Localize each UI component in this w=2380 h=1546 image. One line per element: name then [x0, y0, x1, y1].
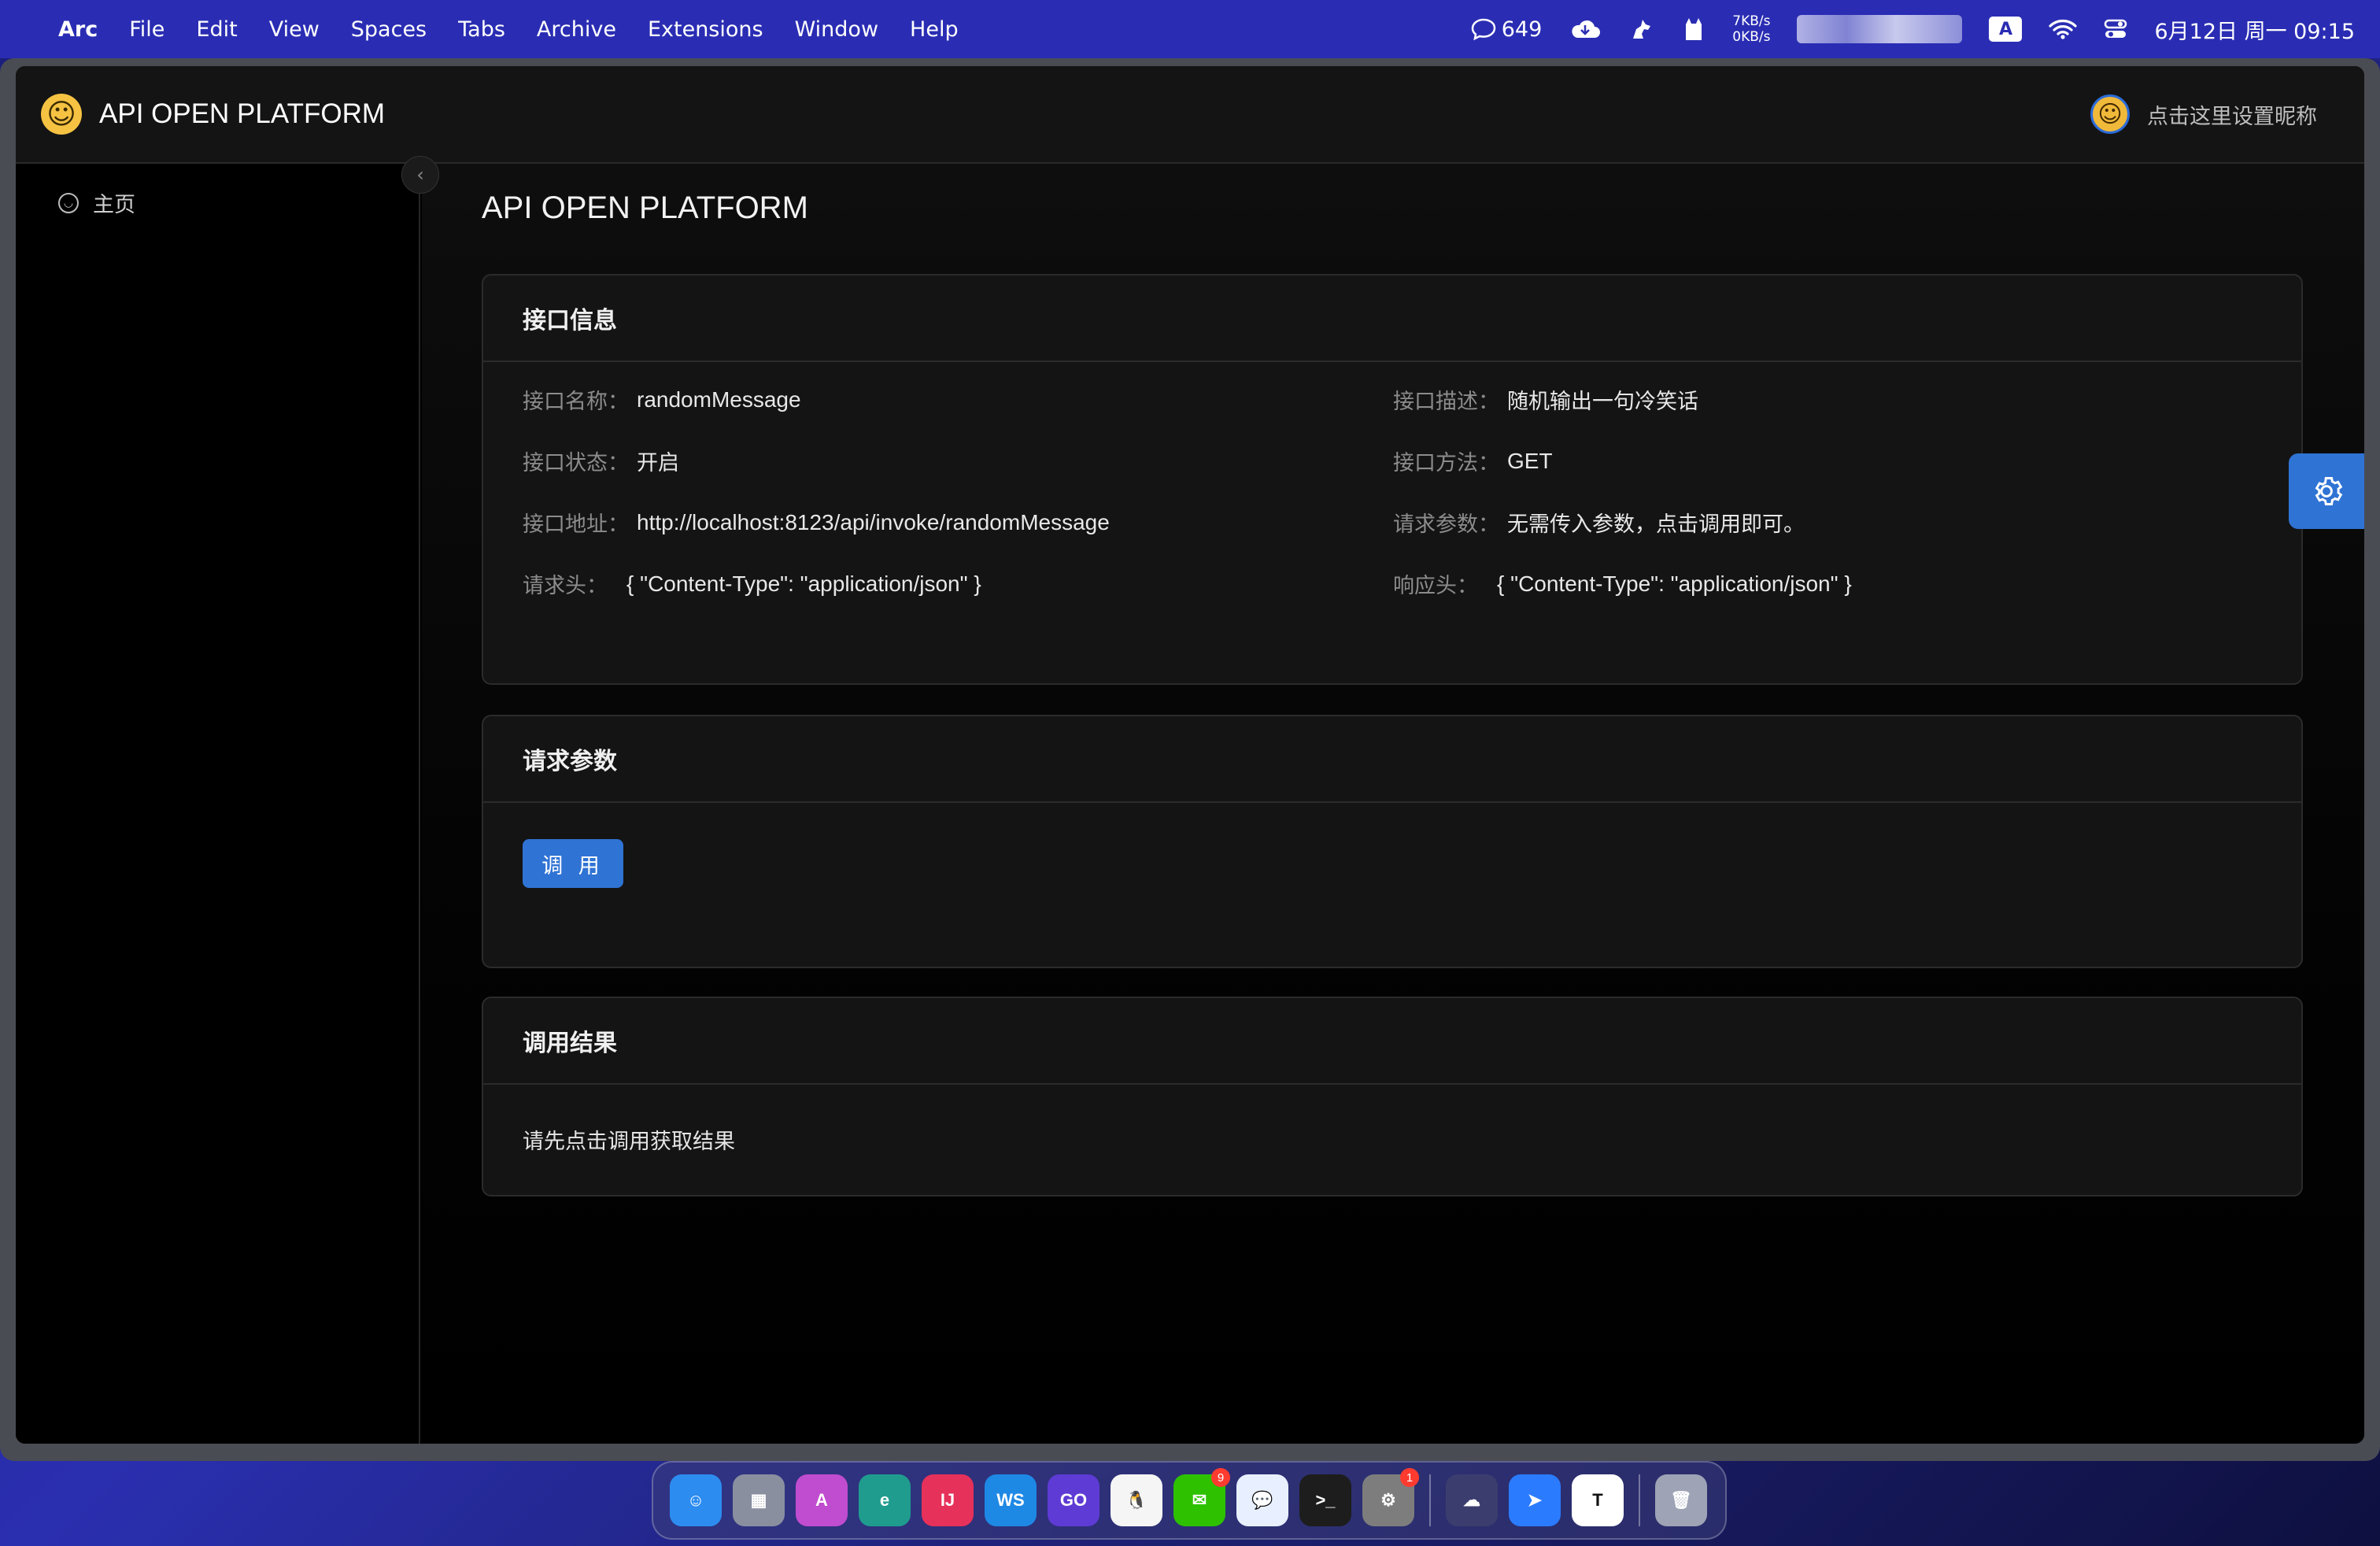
edge-dev-icon[interactable]: e — [859, 1474, 911, 1526]
net-down-text: 0KB/s — [1732, 29, 1771, 45]
invoke-button[interactable]: 调 用 — [523, 839, 623, 888]
card-title: 请求参数 — [483, 716, 2301, 803]
field-label: 请求头： — [523, 574, 608, 598]
brand-title: API OPEN PLATFORM — [99, 98, 386, 129]
intellij-icon[interactable]: IJ — [922, 1474, 974, 1526]
page-title: API OPEN PLATFORM — [482, 190, 808, 225]
field-description: 接口描述： 随机输出一句冷笑话 — [1393, 384, 1698, 415]
web-page: ☺ API OPEN PLATFORM ☺ 点击这里设置昵称 ◡ 主页 ‹ AP… — [16, 66, 2364, 1444]
field-method: 接口方法： GET — [1393, 446, 1553, 476]
chat-bubble-icon — [1471, 18, 1495, 41]
trash-icon[interactable]: 🗑 — [1655, 1474, 1707, 1526]
cloud-icon[interactable]: ☁ — [1446, 1474, 1498, 1526]
dock-separator — [1639, 1474, 1640, 1526]
sidebar-item-label: 主页 — [93, 193, 135, 217]
main-content: API OPEN PLATFORM 接口信息 接口名称： randomMessa… — [422, 164, 2364, 1444]
input-method-badge[interactable]: A — [1989, 17, 2023, 42]
sidebar-collapse-button[interactable]: ‹ — [401, 156, 439, 194]
card-title: 调用结果 — [483, 998, 2301, 1085]
sidebar: ◡ 主页 — [16, 164, 420, 1444]
menu-spaces[interactable]: Spaces — [351, 17, 427, 42]
field-value: GET — [1507, 448, 1553, 473]
avatar[interactable]: ☺ — [2090, 94, 2130, 134]
field-label: 接口方法： — [1393, 451, 1499, 475]
field-label: 接口地址： — [523, 512, 629, 537]
wifi-icon[interactable] — [2049, 18, 2078, 40]
terminal-icon[interactable]: >_ — [1299, 1474, 1351, 1526]
app-header: ☺ API OPEN PLATFORM ☺ 点击这里设置昵称 — [16, 66, 2364, 164]
chat-status-item[interactable]: 649 — [1470, 17, 1543, 42]
field-label: 请求参数： — [1393, 512, 1499, 537]
smile-icon: ◡ — [58, 192, 79, 213]
wechat-icon[interactable]: ✉ 9 — [1173, 1468, 1230, 1526]
sidebar-item-home[interactable]: ◡ 主页 — [58, 187, 135, 218]
menubar-clock[interactable]: 6月12日 周一 09:15 — [2154, 14, 2355, 45]
field-response-header: 响应头： { "Content-Type": "application/json… — [1393, 568, 1852, 599]
brand[interactable]: ☺ API OPEN PLATFORM — [41, 94, 385, 135]
set-nickname-link[interactable]: 点击这里设置昵称 — [2147, 99, 2317, 130]
field-request-header: 请求头： { "Content-Type": "application/json… — [523, 568, 981, 599]
field-value: 无需传入参数，点击调用即可。 — [1507, 512, 1805, 537]
browser-window: ☺ API OPEN PLATFORM ☺ 点击这里设置昵称 ◡ 主页 ‹ AP… — [0, 58, 2380, 1461]
horse-icon[interactable] — [1628, 17, 1655, 42]
field-value: { "Content-Type": "application/json" } — [626, 571, 981, 596]
dock: ☺ ▦ Ae IJ WS GO 🐧 ✉ 9 💬 >_ ⚙ 1 ☁ ➤ T 🗑 — [652, 1461, 1727, 1540]
field-label: 接口描述： — [1393, 390, 1499, 414]
chevron-left-icon: ‹ — [416, 164, 424, 186]
cloud-sync-icon[interactable] — [1569, 17, 1602, 41]
result-card: 调用结果 请先点击调用获取结果 — [482, 997, 2303, 1196]
menu-window[interactable]: Window — [795, 17, 878, 42]
chat-count: 649 — [1501, 17, 1543, 42]
launchpad-icon[interactable]: ▦ — [733, 1474, 785, 1526]
field-label: 响应头： — [1393, 574, 1478, 598]
field-value: randomMessage — [637, 386, 801, 412]
arc-icon[interactable]: A — [796, 1474, 848, 1526]
goland-icon[interactable]: GO — [1048, 1474, 1099, 1526]
field-label: 接口名称： — [523, 390, 629, 414]
menu-view[interactable]: View — [269, 17, 320, 42]
field-value: { "Content-Type": "application/json" } — [1497, 571, 1852, 596]
system-tray-blurred[interactable] — [1797, 15, 1963, 43]
system-settings-icon[interactable]: ⚙ 1 — [1362, 1468, 1419, 1526]
field-url: 接口地址： http://localhost:8123/api/invoke/r… — [523, 507, 1110, 538]
menu-edit[interactable]: Edit — [196, 17, 237, 42]
field-status: 接口状态： 开启 — [523, 446, 679, 476]
dock-separator — [1429, 1474, 1431, 1526]
qq-penguin-icon[interactable]: 🐧 — [1111, 1474, 1162, 1526]
webstorm-icon[interactable]: WS — [985, 1474, 1037, 1526]
gear-icon — [2315, 477, 2343, 505]
card-title: 接口信息 — [483, 276, 2301, 362]
result-placeholder: 请先点击调用获取结果 — [523, 1130, 735, 1154]
field-request-params: 请求参数： 无需传入参数，点击调用即可。 — [1393, 507, 1805, 538]
notification-badge: 9 — [1211, 1468, 1230, 1487]
field-value: 随机输出一句冷笑话 — [1507, 390, 1698, 414]
interface-info-card: 接口信息 接口名称： randomMessage 接口描述： 随机输出一句冷笑话… — [482, 274, 2303, 685]
menu-file[interactable]: File — [129, 17, 164, 42]
interface-info-descriptions: 接口名称： randomMessage 接口描述： 随机输出一句冷笑话 接口状态… — [523, 362, 2262, 685]
field-name: 接口名称： randomMessage — [523, 384, 801, 415]
brand-logo-icon: ☺ — [41, 94, 82, 135]
feishu-icon[interactable]: ➤ — [1509, 1474, 1561, 1526]
control-center-icon[interactable] — [2104, 18, 2127, 40]
menu-app-name[interactable]: Arc — [58, 17, 98, 42]
cat-icon[interactable] — [1682, 17, 1706, 42]
typora-icon[interactable]: T — [1572, 1474, 1624, 1526]
field-label: 接口状态： — [523, 451, 629, 475]
menu-extensions[interactable]: Extensions — [648, 17, 763, 42]
notification-badge: 1 — [1400, 1468, 1419, 1487]
chat-bubble-icon[interactable]: 💬 — [1236, 1474, 1288, 1526]
menu-help[interactable]: Help — [910, 17, 959, 42]
menu-bar: Arc File Edit View Spaces Tabs Archive E… — [0, 0, 2380, 58]
menu-archive[interactable]: Archive — [537, 17, 616, 42]
settings-drawer-button[interactable] — [2289, 453, 2364, 529]
net-up-text: 7KB/s — [1732, 13, 1771, 29]
request-params-card: 请求参数 调 用 — [482, 715, 2303, 968]
user-menu[interactable]: ☺ 点击这里设置昵称 — [2090, 94, 2317, 134]
network-speed[interactable]: 7KB/s 0KB/s — [1732, 13, 1770, 45]
menu-tabs[interactable]: Tabs — [458, 17, 505, 42]
field-value: http://localhost:8123/api/invoke/randomM… — [637, 509, 1110, 534]
field-value: 开启 — [637, 451, 679, 475]
finder-icon[interactable]: ☺ — [670, 1474, 722, 1526]
